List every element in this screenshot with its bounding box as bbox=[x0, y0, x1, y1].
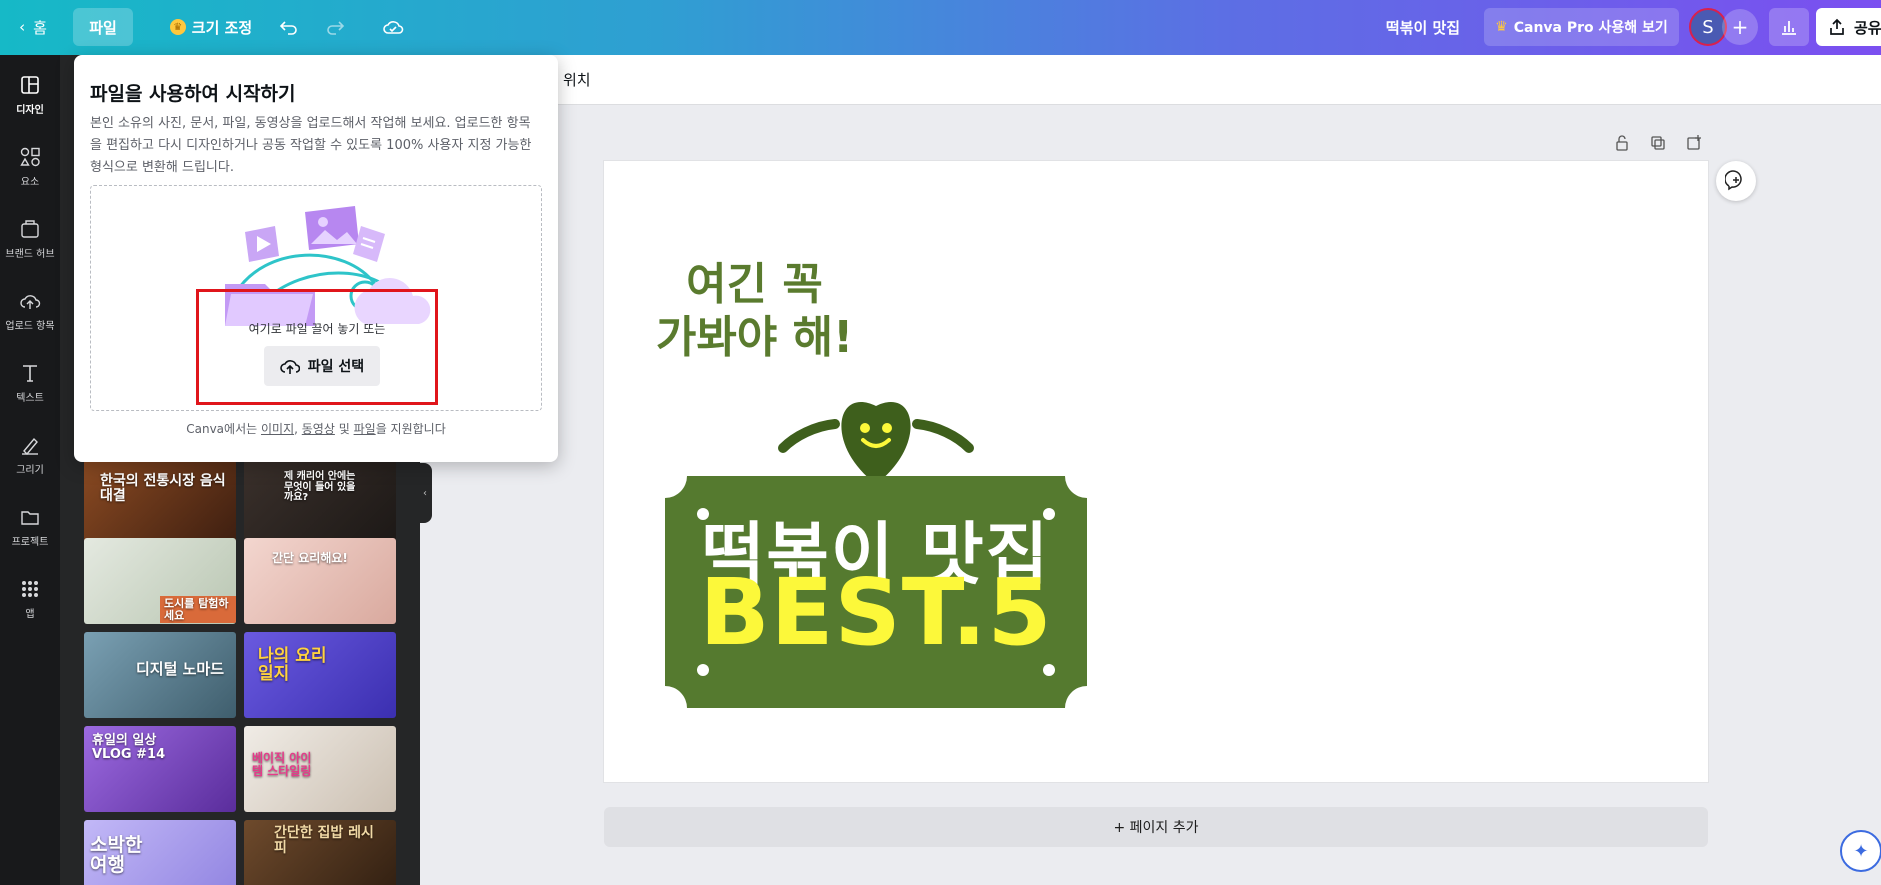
foot-prefix: Canva에서는 bbox=[186, 422, 258, 436]
undo-icon[interactable] bbox=[270, 8, 308, 46]
rail-item-design[interactable]: 디자인 bbox=[0, 65, 60, 125]
template-thumbnail[interactable]: 소박한 여행 bbox=[84, 820, 236, 885]
headline-text[interactable]: 여긴 꼭 가봐야 해! bbox=[604, 259, 905, 365]
template-text: 한국의 전통시장 음식 대결 bbox=[100, 473, 226, 504]
layout-icon bbox=[19, 74, 41, 96]
template-text: 베이직 아이템 스타일링 bbox=[252, 751, 312, 778]
template-text: 간단 요리해요! bbox=[272, 551, 348, 565]
top-bar: ‹ 홈 파일 ♛ 크기 조정 떡볶이 맛집 ♛ Canva Pro 사용해 보기… bbox=[0, 0, 1881, 55]
rail-label: 앱 bbox=[25, 609, 35, 620]
design-page[interactable]: 여긴 꼭 가봐야 해! 떡볶이 맛집 BEST.5 bbox=[604, 161, 1708, 782]
share-button[interactable]: 공유 bbox=[1816, 8, 1881, 46]
template-text: 제 캐리어 안에는 무엇이 들어 있을까요? bbox=[284, 471, 356, 503]
cloud-saved-icon[interactable] bbox=[374, 8, 412, 46]
files-link[interactable]: 파일 bbox=[354, 422, 376, 436]
rail-item-elements[interactable]: 요소 bbox=[0, 137, 60, 197]
template-thumbnail[interactable]: 간단한 집밥 레시피 bbox=[244, 820, 396, 885]
rail-label: 디자인 bbox=[16, 105, 44, 116]
home-button[interactable]: ‹ 홈 bbox=[8, 8, 58, 46]
popover-title: 파일을 사용하여 시작하기 bbox=[90, 83, 296, 105]
chevron-left-icon: ‹ bbox=[19, 18, 26, 36]
text-icon bbox=[19, 362, 41, 384]
magic-sparkle-icon[interactable]: ✦ bbox=[1840, 830, 1881, 872]
collapse-panel-button[interactable]: ‹ bbox=[418, 463, 432, 523]
add-page-button[interactable]: + 페이지 추가 bbox=[604, 807, 1708, 847]
redo-icon[interactable] bbox=[316, 8, 354, 46]
foot-and: 및 bbox=[338, 422, 350, 436]
crown-icon: ♛ bbox=[1495, 19, 1508, 35]
draw-icon bbox=[19, 434, 41, 456]
rail-label: 브랜드 허브 bbox=[5, 249, 55, 260]
insights-icon[interactable] bbox=[1769, 8, 1809, 46]
apps-icon bbox=[19, 578, 41, 600]
rail-item-draw[interactable]: 그리기 bbox=[0, 425, 60, 485]
foot-suffix: 을 지원합니다 bbox=[375, 422, 446, 436]
rail-label: 텍스트 bbox=[16, 393, 44, 404]
template-text: 도시를 탐험하세요 bbox=[160, 596, 236, 624]
rail-label: 요소 bbox=[20, 177, 40, 188]
rail-item-apps[interactable]: 앱 bbox=[0, 569, 60, 629]
title-line-2[interactable]: BEST.5 bbox=[604, 559, 1148, 666]
file-menu-button[interactable]: 파일 bbox=[73, 8, 133, 46]
template-thumbnail[interactable]: 베이직 아이템 스타일링 bbox=[244, 726, 396, 812]
resize-label: 크기 조정 bbox=[191, 18, 253, 37]
add-page-icon[interactable] bbox=[1683, 132, 1705, 154]
template-text: 간단한 집밥 레시피 bbox=[274, 825, 374, 856]
supported-formats-note: Canva에서는 이미지, 동영상 및 파일을 지원합니다 bbox=[74, 420, 558, 437]
brand-hub-icon bbox=[19, 218, 41, 240]
rail-item-brand-hub[interactable]: 브랜드 허브 bbox=[0, 209, 60, 269]
comment-add-icon[interactable] bbox=[1716, 161, 1756, 201]
foot-separator: , bbox=[294, 422, 298, 436]
template-thumbnail[interactable]: 디지털 노마드 bbox=[84, 632, 236, 718]
template-text: 소박한 여행 bbox=[90, 834, 143, 876]
template-text: 디지털 노마드 bbox=[136, 660, 225, 678]
resize-button[interactable]: ♛ 크기 조정 bbox=[148, 8, 274, 46]
share-label: 공유 bbox=[1854, 18, 1881, 37]
try-pro-label: Canva Pro 사용해 보기 bbox=[1513, 20, 1668, 36]
home-label: 홈 bbox=[33, 18, 47, 37]
upload-icon bbox=[19, 290, 41, 312]
rail-item-projects[interactable]: 프로젝트 bbox=[0, 497, 60, 557]
elements-icon bbox=[19, 146, 41, 168]
rail-item-uploads[interactable]: 업로드 항목 bbox=[0, 281, 60, 341]
rail-label: 그리기 bbox=[16, 465, 44, 476]
rail-item-text[interactable]: 텍스트 bbox=[0, 353, 60, 413]
videos-link[interactable]: 동영상 bbox=[302, 422, 335, 436]
crown-icon: ♛ bbox=[169, 19, 186, 35]
popover-description: 본인 소유의 사진, 문서, 파일, 동영상을 업로드해서 작업해 보세요. 업… bbox=[90, 116, 532, 175]
document-title[interactable]: 떡볶이 맛집 bbox=[1373, 8, 1473, 46]
left-rail: 디자인 요소 브랜드 허브 업로드 항목 텍스트 그리기 프로젝트 앱 bbox=[0, 55, 60, 885]
try-pro-button[interactable]: ♛ Canva Pro 사용해 보기 bbox=[1484, 8, 1679, 46]
rail-label: 프로젝트 bbox=[11, 537, 49, 548]
template-thumbnail[interactable]: 휴일의 일상 VLOG #14 bbox=[84, 726, 236, 812]
images-link[interactable]: 이미지 bbox=[261, 422, 294, 436]
add-collaborator-button[interactable]: + bbox=[1722, 9, 1758, 45]
template-text: 나의 요리 일지 bbox=[258, 646, 327, 684]
folder-icon bbox=[19, 506, 41, 528]
template-thumbnail[interactable]: 도시를 탐험하세요 bbox=[84, 538, 236, 624]
template-thumbnail[interactable]: 간단 요리해요! bbox=[244, 538, 396, 624]
lock-icon[interactable] bbox=[1611, 132, 1633, 154]
position-button[interactable]: 위치 bbox=[563, 69, 591, 90]
template-thumbnail[interactable]: 한국의 전통시장 음식 대결 bbox=[84, 460, 236, 546]
template-text: 휴일의 일상 VLOG #14 bbox=[92, 733, 166, 762]
share-icon bbox=[1830, 18, 1844, 35]
highlight-box bbox=[196, 289, 438, 405]
template-thumbnail[interactable]: 제 캐리어 안에는 무엇이 들어 있을까요? bbox=[244, 460, 396, 546]
duplicate-icon[interactable] bbox=[1647, 132, 1669, 154]
rail-label: 업로드 항목 bbox=[5, 321, 55, 332]
template-thumbnail[interactable]: 나의 요리 일지 bbox=[244, 632, 396, 718]
context-toolbar: 위치 bbox=[420, 55, 1881, 105]
